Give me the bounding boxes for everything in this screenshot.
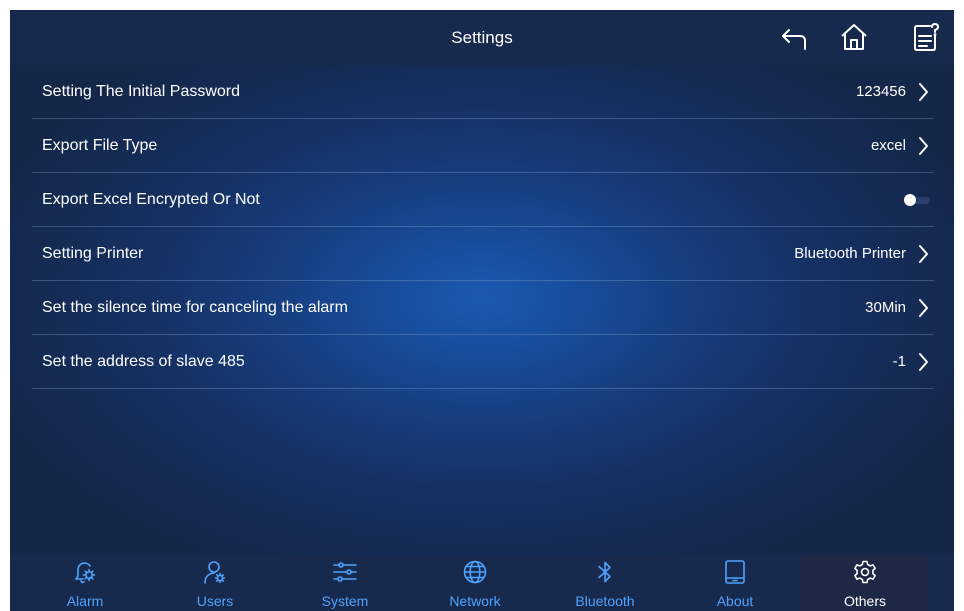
home-button[interactable] <box>839 22 869 52</box>
setting-label: Set the address of slave 485 <box>42 353 245 370</box>
chevron-right-icon <box>916 136 930 156</box>
setting-label: Export Excel Encrypted Or Not <box>42 191 260 208</box>
sliders-icon <box>332 559 358 585</box>
setting-value: -1 <box>892 353 906 370</box>
setting-row-initial-password[interactable]: Setting The Initial Password 123456 <box>32 65 934 119</box>
settings-list: Setting The Initial Password 123456 Expo… <box>32 65 934 389</box>
setting-value: Bluetooth Printer <box>794 245 906 262</box>
tab-system[interactable]: System <box>280 555 410 611</box>
top-bar: Settings <box>10 10 954 65</box>
help-button[interactable] <box>911 22 941 52</box>
tab-label: Alarm <box>66 593 104 609</box>
setting-value: 123456 <box>855 83 906 100</box>
encrypt-toggle-switch[interactable] <box>904 194 932 206</box>
setting-row-printer[interactable]: Setting Printer Bluetooth Printer <box>32 227 934 281</box>
setting-row-silence-time[interactable]: Set the silence time for canceling the a… <box>32 281 934 335</box>
user-gear-icon <box>202 559 228 585</box>
back-button[interactable] <box>780 22 810 52</box>
tab-others[interactable]: Others <box>800 555 930 611</box>
setting-row-slave-485-address[interactable]: Set the address of slave 485 -1 <box>32 335 934 389</box>
setting-label: Setting The Initial Password <box>42 83 241 100</box>
globe-icon <box>462 559 488 585</box>
help-document-icon <box>914 23 939 51</box>
gear-icon <box>852 559 878 585</box>
back-arrow-icon <box>782 29 806 50</box>
bottom-tab-bar: Alarm Users System Network Bluetooth Abo… <box>10 555 954 611</box>
setting-row-export-file-type[interactable]: Export File Type excel <box>32 119 934 173</box>
tablet-icon <box>722 559 748 585</box>
tab-about[interactable]: About <box>670 555 800 611</box>
tab-label: Others <box>843 593 886 609</box>
chevron-right-icon <box>916 298 930 318</box>
chevron-right-icon <box>916 244 930 264</box>
setting-label: Set the silence time for canceling the a… <box>42 299 348 316</box>
setting-row-export-excel-encrypted: Export Excel Encrypted Or Not <box>32 173 934 227</box>
tab-label: About <box>716 593 754 609</box>
tab-network[interactable]: Network <box>410 555 540 611</box>
bluetooth-icon <box>592 559 618 585</box>
page-title: Settings <box>451 28 513 47</box>
tab-alarm[interactable]: Alarm <box>20 555 150 611</box>
tab-bluetooth[interactable]: Bluetooth <box>540 555 670 611</box>
setting-value: 30Min <box>865 299 906 316</box>
setting-label: Setting Printer <box>42 245 144 262</box>
tab-label: Users <box>196 593 234 609</box>
tab-label: System <box>321 593 369 609</box>
tab-users[interactable]: Users <box>150 555 280 611</box>
settings-screen: Settings Setting The Initial Password 12… <box>10 10 954 611</box>
home-icon <box>841 24 867 50</box>
tab-label: Bluetooth <box>575 593 635 609</box>
tab-label: Network <box>449 593 501 609</box>
toggle-knob <box>904 194 916 206</box>
chevron-right-icon <box>916 82 930 102</box>
setting-value: excel <box>870 137 906 154</box>
chevron-right-icon <box>916 352 930 372</box>
setting-label: Export File Type <box>42 137 158 154</box>
alarm-bell-gear-icon <box>72 559 98 585</box>
